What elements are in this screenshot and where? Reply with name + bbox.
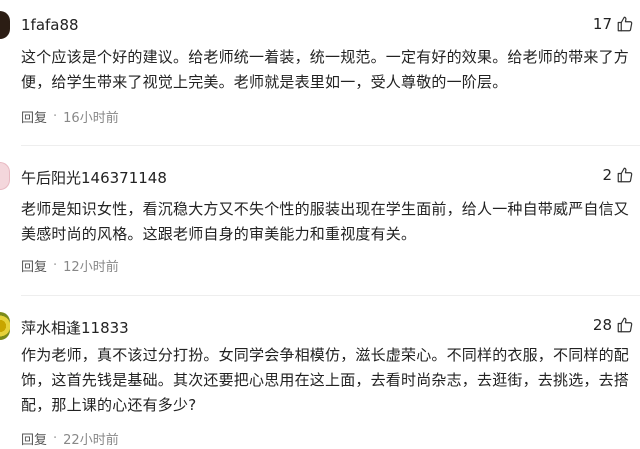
like-count: 17 [592,15,612,33]
meta-separator: · [53,258,58,273]
avatar[interactable] [0,312,10,340]
comment-text: 作为老师，真不该过分打扮。女同学会争相模仿，滋长虚荣心。不同样的衣服，不同样的配… [21,346,630,414]
comment-timestamp: 12小时前 [63,260,119,275]
comment-text: 老师是知识女性，看沉稳大方又不失个性的服装出现在学生面前，给人一种自带威严自信又… [21,200,630,243]
comment-meta: 回复 · 22小时前 [21,429,119,448]
comment-text: 这个应该是个好的建议。给老师统一着装，统一规范。一定有好的效果。给老师的带来了方… [21,48,630,91]
avatar[interactable] [0,11,10,39]
comment-meta: 回复 · 16小时前 [21,107,119,126]
thumbs-up-icon [617,167,633,183]
comment-timestamp: 22小时前 [63,433,119,448]
reply-button[interactable]: 回复 [21,429,47,448]
like-count: 2 [602,166,612,184]
comment-meta: 回复 · 12小时前 [21,256,119,275]
thumbs-up-icon [617,317,633,333]
like-button[interactable]: 17 [593,15,634,33]
comment-username[interactable]: 1fafa88 [21,16,79,34]
comment-username[interactable]: 萍水相逢11833 [21,317,129,338]
divider [21,145,640,146]
like-count: 28 [592,316,612,334]
comment-username[interactable]: 午后阳光146371148 [21,167,167,188]
thumbs-up-icon [617,16,633,32]
like-button[interactable]: 28 [593,316,634,334]
meta-separator: · [53,109,58,124]
like-button[interactable]: 2 [602,166,634,184]
meta-separator: · [53,431,58,446]
reply-button[interactable]: 回复 [21,107,47,126]
reply-button[interactable]: 回复 [21,256,47,275]
avatar[interactable] [0,162,10,190]
comment-timestamp: 16小时前 [63,111,119,126]
divider [21,295,640,296]
